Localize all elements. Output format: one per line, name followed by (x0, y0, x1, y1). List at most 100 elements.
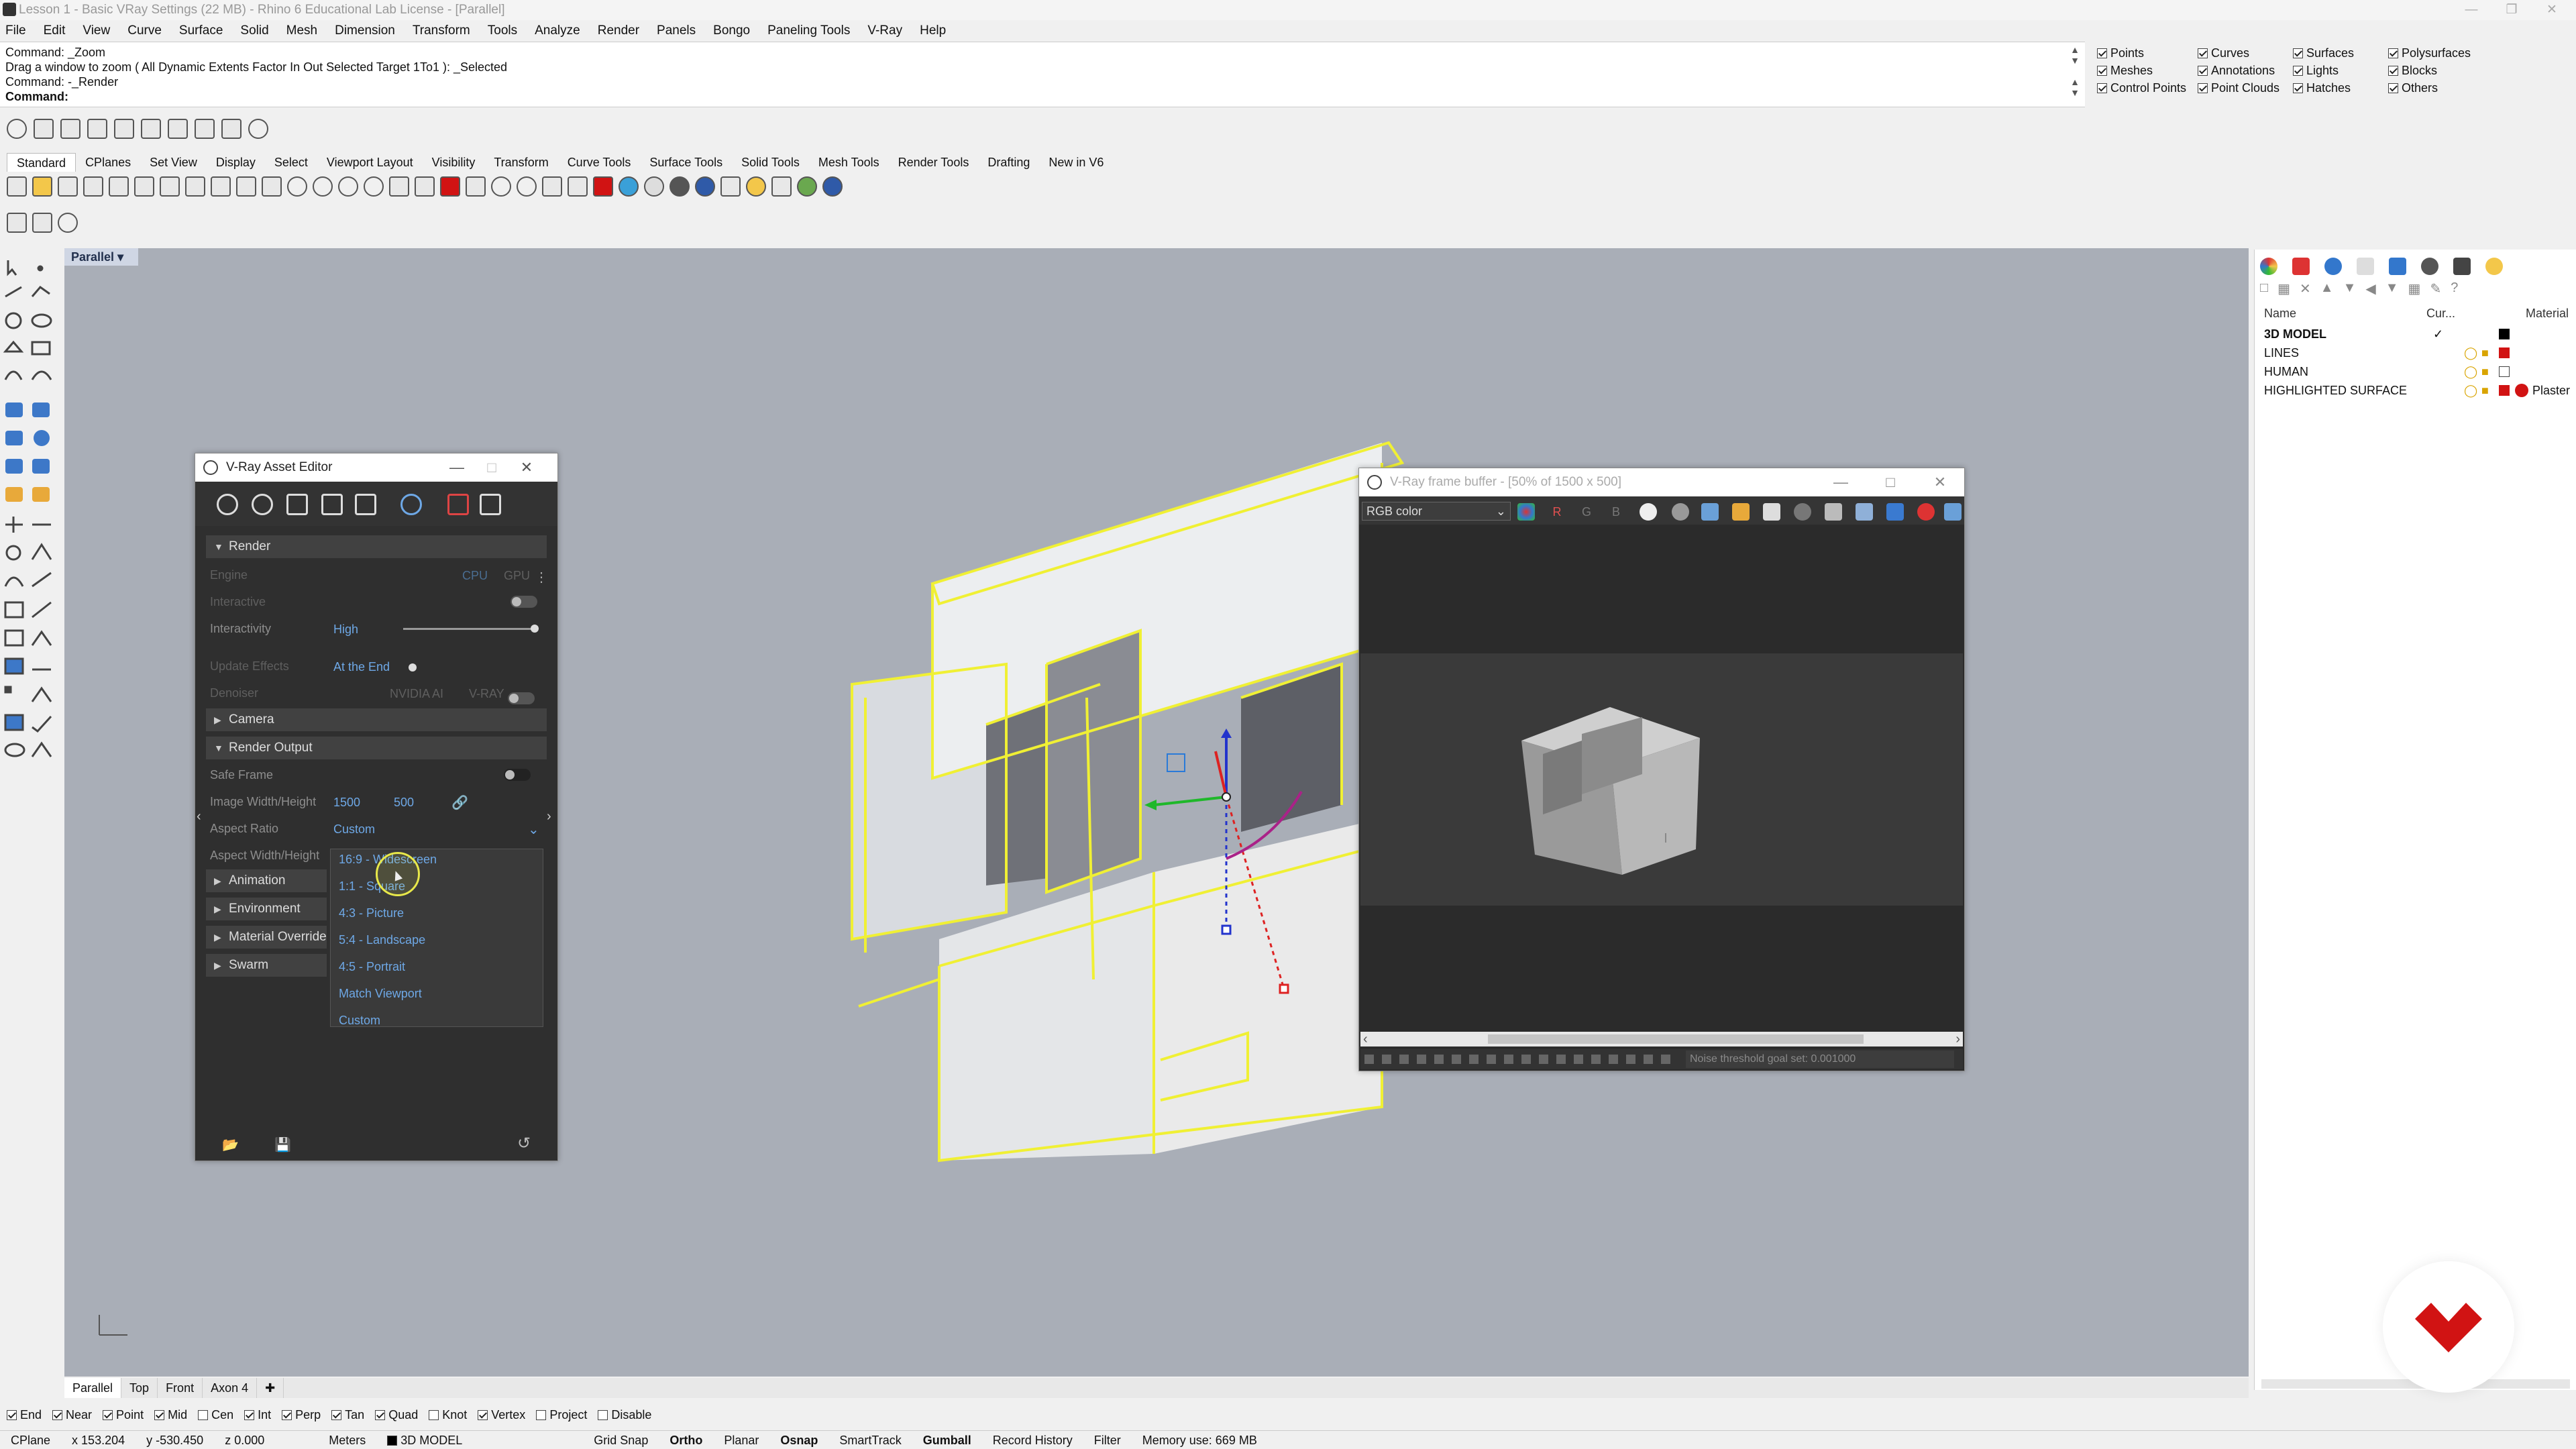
menu-dimension[interactable]: Dimension (335, 21, 395, 40)
interactivity-slider-handle[interactable] (531, 625, 539, 633)
track-mouse-icon[interactable] (1794, 503, 1811, 521)
status-cplane[interactable]: CPlane (0, 1431, 61, 1449)
close-button[interactable]: ✕ (1920, 468, 1960, 496)
command-scrollbar[interactable]: ▲ ▼ ▲ ▼ (2068, 44, 2082, 106)
section-swarm[interactable]: ▶ Swarm (206, 954, 327, 977)
tab-transform[interactable]: Transform (484, 153, 557, 172)
ies-light-icon[interactable] (195, 119, 215, 139)
denoiser-nvidia-option[interactable]: NVIDIA AI (390, 687, 443, 701)
interactive-render-icon[interactable] (60, 119, 80, 139)
filter-control-points[interactable]: Control Points (2097, 79, 2186, 97)
image-height-input[interactable]: 500 (394, 796, 414, 810)
new-file-icon[interactable] (7, 176, 27, 197)
menu-edit[interactable]: Edit (44, 21, 66, 40)
menu-surface[interactable]: Surface (179, 21, 223, 40)
status-filter[interactable]: Filter (1083, 1431, 1132, 1449)
mono-icon[interactable] (1640, 503, 1657, 521)
materials-icon[interactable] (217, 494, 238, 515)
tab-display[interactable]: Display (207, 153, 265, 172)
material-sphere-icon[interactable] (695, 176, 715, 197)
menu-curve[interactable]: Curve (127, 21, 162, 40)
command-prompt[interactable]: Command: (5, 89, 2080, 104)
osnap-project[interactable]: Project (536, 1405, 587, 1425)
section-render[interactable]: ▼ Render (206, 535, 547, 558)
hide-icon[interactable] (491, 176, 511, 197)
filter-annotations[interactable]: Annotations (2198, 62, 2279, 79)
vfb-horizontal-scrollbar[interactable]: ‹ › (1360, 1032, 1963, 1046)
osnap-cen[interactable]: Cen (198, 1405, 233, 1425)
tab-standard[interactable]: Standard (7, 153, 76, 172)
menu-bongo[interactable]: Bongo (713, 21, 750, 40)
minimize-button[interactable]: — (2451, 0, 2491, 20)
tab-visibility[interactable]: Visibility (423, 153, 485, 172)
paste-icon[interactable] (185, 176, 205, 197)
red-channel-button[interactable]: R (1548, 503, 1566, 521)
menu-panels[interactable]: Panels (657, 21, 696, 40)
materials-tab-icon[interactable] (2357, 258, 2374, 275)
status-gumball[interactable]: Gumball (912, 1431, 982, 1449)
save-icon[interactable]: 💾 (274, 1136, 291, 1153)
menu-render[interactable]: Render (598, 21, 639, 40)
cplanes-tab-icon[interactable] (2453, 258, 2471, 275)
display-tab-icon[interactable] (2389, 258, 2406, 275)
notifications-tab-icon[interactable] (2485, 258, 2503, 275)
chevron-right-icon[interactable]: › (547, 809, 551, 824)
render-icon[interactable] (34, 119, 54, 139)
menu-help[interactable]: Help (920, 21, 946, 40)
vray-logo-icon[interactable] (7, 119, 27, 139)
grid-icon[interactable] (415, 176, 435, 197)
zoom-selected-icon[interactable] (364, 176, 384, 197)
vfb-status-icons[interactable] (1364, 1055, 1673, 1064)
light-bulb-icon[interactable]: ◯ (2464, 343, 2477, 362)
menu-view[interactable]: View (83, 21, 110, 40)
add-viewport-icon[interactable]: ✚ (257, 1378, 284, 1398)
shaded-sphere-icon[interactable] (669, 176, 690, 197)
status-planar[interactable]: Planar (713, 1431, 769, 1449)
channel-select[interactable]: RGB color ⌄ (1362, 502, 1511, 521)
new-sublayer-icon[interactable]: ▦ (2277, 280, 2290, 299)
lock-icon[interactable]: ■ (2481, 343, 2489, 362)
lights-icon[interactable] (252, 494, 273, 515)
status-record-history[interactable]: Record History (982, 1431, 1083, 1449)
chevron-down-icon[interactable]: ▾ (117, 250, 123, 264)
tab-drafting[interactable]: Drafting (978, 153, 1039, 172)
alpha-icon[interactable] (1672, 503, 1689, 521)
zoom-window-icon[interactable] (313, 176, 333, 197)
reset-icon[interactable]: ↺ (517, 1134, 531, 1153)
aspect-option-4-3[interactable]: 4:3 - Picture (339, 903, 404, 923)
analyze-icon[interactable] (771, 176, 792, 197)
lock-icon[interactable]: ■ (2481, 362, 2489, 381)
copy-icon[interactable] (160, 176, 180, 197)
cut-icon[interactable] (134, 176, 154, 197)
light-icon[interactable] (114, 119, 134, 139)
render-tab-icon[interactable] (2324, 258, 2342, 275)
properties-icon[interactable] (720, 176, 741, 197)
frame-buffer-icon[interactable] (87, 119, 107, 139)
osnap-near[interactable]: Near (52, 1405, 92, 1425)
move-up-icon[interactable]: ▲ (2320, 280, 2334, 299)
vfb-titlebar[interactable]: V-Ray frame buffer - [50% of 1500 x 500]… (1359, 468, 1964, 496)
aspect-option-5-4[interactable]: 5:4 - Landscape (339, 930, 425, 950)
more-options-icon[interactable]: ⋮ (535, 569, 548, 586)
aspect-option-match-viewport[interactable]: Match Viewport (339, 983, 422, 1004)
osnap-int[interactable]: Int (244, 1405, 271, 1425)
color-wheel-icon[interactable] (619, 176, 639, 197)
lock-icon[interactable]: ■ (2481, 381, 2489, 400)
aspect-option-4-5[interactable]: 4:5 - Portrait (339, 957, 405, 977)
move-parent-icon[interactable]: ◀ (2365, 280, 2375, 299)
open-folder-icon[interactable]: 📂 (222, 1136, 239, 1153)
stop-render-icon[interactable] (1917, 503, 1935, 521)
osnap-perp[interactable]: Perp (282, 1405, 321, 1425)
layer-row[interactable]: HUMAN ◯ ■ (2255, 362, 2576, 381)
layer-color-swatch[interactable] (2499, 385, 2510, 396)
undo-icon[interactable] (211, 176, 231, 197)
tab-render-tools[interactable]: Render Tools (889, 153, 979, 172)
save-image-icon[interactable] (1701, 503, 1719, 521)
print-icon[interactable] (83, 176, 103, 197)
maximize-button[interactable]: □ (1870, 468, 1911, 496)
move-down-icon[interactable]: ▼ (2343, 280, 2357, 299)
update-effects-slider-handle[interactable] (409, 663, 417, 672)
status-layer[interactable]: 3D MODEL (376, 1431, 473, 1449)
filter-blocks[interactable]: Blocks (2388, 62, 2471, 79)
proxy-icon[interactable] (221, 119, 241, 139)
